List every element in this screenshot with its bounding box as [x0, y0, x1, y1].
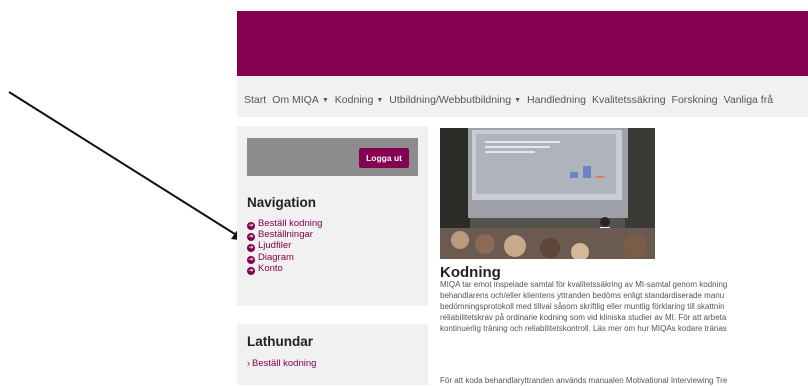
arrow-circle-icon: ➔ — [247, 266, 255, 275]
main-nav: Start Om MIQA ▼ Kodning ▼ Utbildning/Webbutbi… — [237, 76, 808, 117]
nav-item-6[interactable]: Forskning — [672, 94, 718, 106]
paragraph-line: bedömningsprotokoll med tillval såsom sk… — [440, 302, 725, 311]
nav-item-label: Utbildning/Webbutbildning — [389, 94, 512, 106]
intro-paragraph: MIQA tar emot inspelade samtal för kvali… — [440, 279, 808, 334]
lathundar-item-0[interactable]: › Beställ kodning — [247, 358, 316, 369]
nav-item-2[interactable]: Kodning ▼ — [335, 94, 383, 106]
nav-item-label: Kodning — [334, 94, 374, 106]
lathundar-title: Lathundar — [247, 334, 313, 349]
sidebar-nav-label: Ljudfiler — [258, 240, 292, 252]
caret-down-icon: ▼ — [376, 97, 384, 104]
sidebar-nav-label: Beställningar — [258, 229, 313, 241]
nav-item-label: Forskning — [671, 94, 718, 106]
nav-item-label: Handledning — [527, 94, 586, 106]
lathundar-list: › Beställ kodning — [247, 358, 316, 369]
second-paragraph: För att koda behandlaryttranden används … — [440, 376, 728, 385]
lathundar-label: Beställ kodning — [252, 358, 317, 369]
nav-item-label: Om MIQA — [272, 94, 319, 106]
sidebar-lathundar-box: Lathundar › Beställ kodning — [237, 324, 428, 385]
paragraph-line: MIQA tar emot inspelade samtal för kvali… — [440, 280, 728, 289]
nav-item-5[interactable]: Kvalitetssäkring — [592, 94, 666, 106]
navigation-list: ➔ Beställ kodning ➔ Beställningar ➔ Ljudfiler… — [247, 218, 323, 275]
paragraph-line: kontinuerlig träning och reliabilitetsko… — [440, 324, 727, 333]
logout-button[interactable]: Logga ut — [359, 148, 409, 168]
presentation-photo — [440, 128, 655, 259]
nav-item-1[interactable]: Om MIQA ▼ — [272, 94, 329, 106]
nav-item-label: Start — [244, 94, 267, 106]
nav-item-label: Vanliga frå — [723, 94, 774, 106]
nav-item-7[interactable]: Vanliga frå — [724, 94, 773, 106]
sidebar-nav-label: Beställ kodning — [258, 218, 323, 229]
nav-item-0[interactable]: Start — [244, 94, 266, 106]
login-panel: Logga ut — [247, 138, 418, 176]
nav-item-4[interactable]: Handledning — [527, 94, 586, 106]
paragraph-line: reliabilitetskrav på ordinarie kodning s… — [440, 313, 727, 322]
sidebar-nav-item-3[interactable]: ➔ Diagram — [247, 251, 322, 264]
sidebar-nav-item-4[interactable]: ➔ Konto — [247, 262, 322, 275]
chevron-right-icon: › — [247, 358, 250, 368]
sidebar-nav-label: Diagram — [258, 251, 294, 263]
paragraph-line: behandlarens och/eller klientens yttrand… — [440, 291, 725, 300]
navigation-title: Navigation — [247, 195, 317, 210]
sidebar-nav-item-1[interactable]: ➔ Beställningar — [247, 229, 322, 242]
nav-item-label: Kvalitetssäkring — [592, 94, 666, 106]
caret-down-icon: ▼ — [514, 97, 522, 104]
nav-item-3[interactable]: Utbildning/Webbutbildning ▼ — [389, 94, 521, 106]
caret-down-icon: ▼ — [321, 97, 329, 104]
site-banner — [237, 11, 808, 76]
sidebar-nav-label: Konto — [258, 262, 283, 274]
sidebar-nav-item-2[interactable]: ➔ Ljudfiler — [247, 240, 322, 253]
sidebar-nav-box: Logga ut Navigation ➔ Beställ kodning ➔ Bes… — [237, 126, 428, 306]
sidebar-nav-item-0[interactable]: ➔ Beställ kodning — [247, 218, 323, 230]
